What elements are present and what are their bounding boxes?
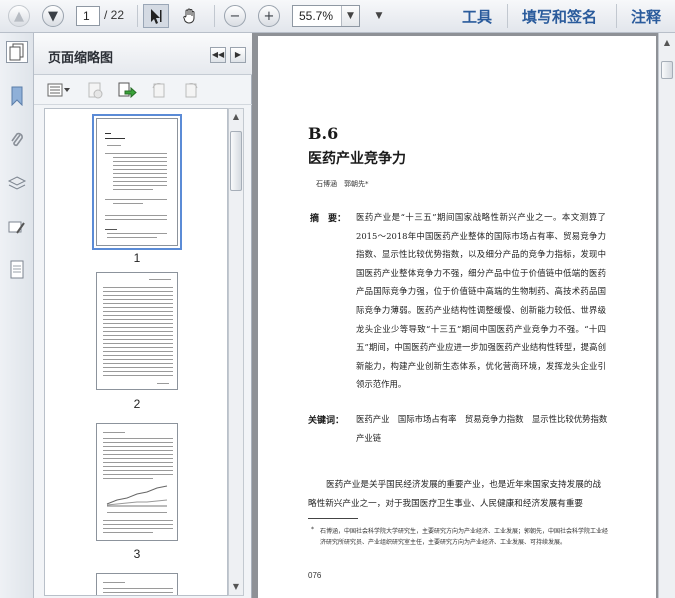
collapse-panel-button[interactable]: ◀◀ [210,47,226,63]
chevron-down-icon: ▼ [375,11,383,21]
panel-options-button[interactable]: ▶ [230,47,246,63]
double-chevron-left-icon: ◀◀ [211,50,225,59]
authors: 石博涵 郭朝先* [316,180,369,188]
extract-page-icon [118,82,137,99]
comment-link[interactable]: 注释 [631,6,661,27]
pages-icon [9,43,24,61]
attachments-button[interactable] [6,129,28,151]
main-toolbar: ▲ ▼ 1 / 22 − + 55.7% ▼ ▼ 工具 填写和签名 注释 [0,0,675,33]
body-paragraph: 医药产业是关乎国民经济发展的重要产业，也是近年来国家支持发展的战略性新兴产业之一… [308,480,602,509]
scrollbar-thumb[interactable] [230,131,242,191]
minus-icon: − [224,5,246,27]
toolbar-divider [507,4,508,28]
keywords-label: 关键词： [308,416,345,426]
toolbar-divider [214,5,215,27]
bookmarks-button[interactable] [6,85,28,107]
rotate-page-icon [152,83,165,98]
page-thumbnail[interactable] [96,272,178,390]
arrow-down-icon: ▼ [42,5,64,27]
pdf-reader-window: ▲ ▼ 1 / 22 − + 55.7% ▼ ▼ 工具 填写和签名 注释 页面缩… [0,0,675,598]
chevron-right-icon: ▶ [234,50,242,59]
toolbar-divider [616,4,617,28]
hand-icon [183,8,195,24]
keywords-text: 医药产业 国际市场占有率 贸易竞争力指数 显示性比较优势指数 产业链 [356,414,616,443]
zoom-out-button[interactable]: − [222,4,248,28]
thumbnail-chart-graphic [106,485,168,507]
page-number: 076 [308,571,322,580]
bookmark-icon [11,86,23,106]
section-number: B.6 [308,124,339,143]
footnote: 石博涵，中国社会科学院大学研究生，主要研究方向为产业经济、工业发展；郭朝先，中国… [320,528,609,546]
page-thumbnail[interactable] [96,573,178,595]
toolbar-options-button[interactable]: ▼ [366,4,392,28]
next-page-button[interactable]: ▼ [40,4,66,28]
page-thumbnails-button[interactable] [6,41,28,63]
rotate-counter-button[interactable] [180,80,202,100]
chevron-down-icon[interactable]: ▼ [341,6,359,26]
scroll-up-arrow-icon[interactable]: ▲ [229,109,243,125]
tools-link[interactable]: 工具 [462,6,492,27]
zoom-value: 55.7% [299,9,334,23]
zoom-in-button[interactable]: + [256,4,282,28]
panel-title: 页面缩略图 [48,51,114,66]
scrollbar-thumb[interactable] [661,61,673,79]
thumbnail-label: 3 [133,547,141,561]
footnote-divider [308,518,358,519]
select-tool-button[interactable] [143,4,169,28]
abstract-text: 医药产业是“十三五”期间国家战略性新兴产业之一。本文测算了2015～2018年中… [356,212,606,390]
navigation-rail [0,33,34,598]
page-thumbnail[interactable] [92,114,182,250]
extract-page-button[interactable] [116,80,138,100]
toolbar-divider [137,5,138,27]
page-number-input[interactable]: 1 [76,6,100,26]
paperclip-icon [11,132,23,147]
page-total-label: / 22 [104,8,125,22]
document-icon [10,260,24,279]
page-title: 医药产业竞争力 [308,151,406,167]
delete-page-button[interactable] [84,80,106,100]
delete-page-icon [88,82,103,99]
document-scrollbar[interactable]: ▲ [658,33,675,598]
rotate-counter-icon [185,83,198,98]
footnote-marker: * [311,526,314,533]
signatures-button[interactable] [6,217,28,239]
previous-page-button[interactable]: ▲ [6,4,32,28]
fill-and-sign-link[interactable]: 填写和签名 [522,6,597,27]
thumbnail-options-button[interactable] [46,80,72,100]
panel-toolbar [34,75,252,105]
zoom-select[interactable]: 55.7% ▼ [292,5,360,27]
abstract-label: 摘 要： [310,214,347,224]
thumbnail-label: 2 [133,397,141,411]
cursor-icon [151,9,162,24]
panel-header: 页面缩略图 ◀◀ ▶ [34,33,252,75]
scroll-down-arrow-icon[interactable]: ▼ [229,579,243,595]
layers-button[interactable] [6,173,28,195]
rotate-page-button[interactable] [148,80,170,100]
document-viewport[interactable]: B.6 医药产业竞争力 石博涵 郭朝先* 摘 要： 医药产业是“十三五”期间国家… [252,33,658,598]
scroll-up-arrow-icon[interactable]: ▲ [660,35,674,51]
signature-pen-icon [8,221,25,234]
thumbnail-label: 1 [133,251,141,265]
plus-icon: + [258,5,280,27]
page-thumbnail[interactable] [96,423,178,541]
thumbnail-list: 1 2 3 [44,108,228,596]
thumbnails-panel: 页面缩略图 ◀◀ ▶ 1 2 3 ▲ ▼ [34,33,252,598]
layers-icon [7,176,27,190]
arrow-up-icon: ▲ [8,5,30,27]
hand-tool-button[interactable] [177,4,203,28]
document-page: B.6 医药产业竞争力 石博涵 郭朝先* 摘 要： 医药产业是“十三五”期间国家… [258,36,656,598]
list-options-icon [47,83,70,97]
content-button[interactable] [6,259,28,281]
thumbnail-scrollbar[interactable]: ▲ ▼ [228,108,244,596]
